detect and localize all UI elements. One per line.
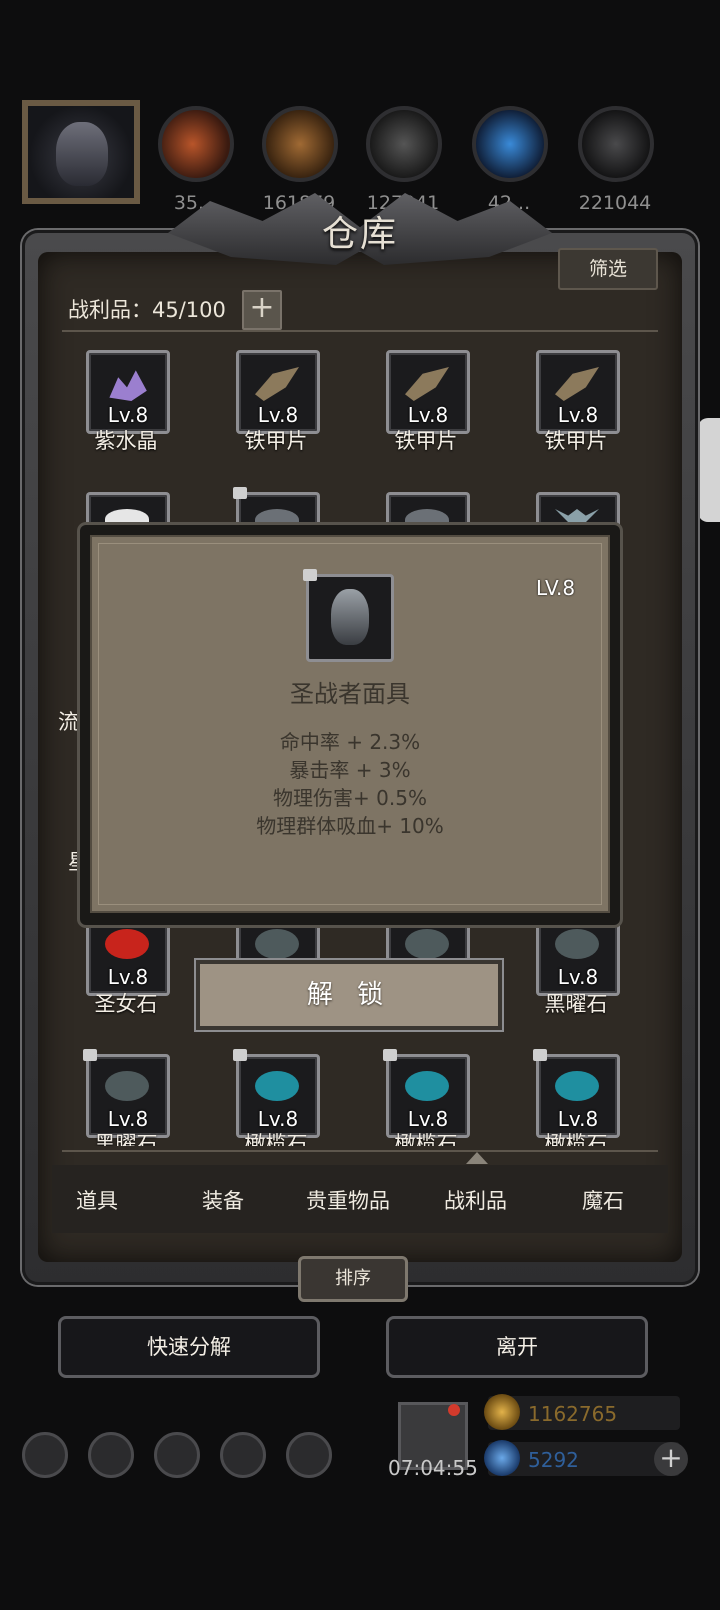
map-icon[interactable]	[286, 1432, 332, 1478]
item-name: 铁甲片	[544, 429, 608, 453]
hero-icon[interactable]	[154, 1432, 200, 1478]
achievement-icon[interactable]	[88, 1432, 134, 1478]
saint-stone-icon	[105, 929, 149, 959]
player-avatar[interactable]	[22, 100, 140, 204]
item-level: Lv.8	[557, 965, 599, 989]
item-level: Lv.8	[407, 403, 449, 427]
obsidian-icon	[255, 929, 299, 959]
wood-icon[interactable]	[262, 106, 338, 182]
item-slot[interactable]: Lv.8	[236, 350, 320, 434]
sort-button[interactable]: 排序	[298, 1256, 408, 1302]
item-name: 铁甲片	[394, 429, 458, 453]
amethyst-icon	[109, 370, 147, 401]
item-name-partial: 流	[58, 710, 79, 734]
lock-icon	[383, 1049, 397, 1061]
lock-icon	[303, 569, 317, 581]
item-name: 黑曜石	[544, 992, 608, 1016]
obsidian-icon	[405, 929, 449, 959]
notification-dot	[448, 1404, 460, 1416]
settings-icon[interactable]	[22, 1432, 68, 1478]
panel-title: 仓库	[321, 214, 398, 255]
loot-capacity: 战利品：45/100	[68, 298, 226, 322]
item-level: Lv.8	[107, 965, 149, 989]
iron-icon[interactable]	[578, 106, 654, 182]
meat-icon[interactable]	[158, 106, 234, 182]
gem-icon	[484, 1440, 520, 1476]
tab-magic-stones[interactable]: 魔石	[582, 1185, 624, 1215]
lock-icon	[83, 1049, 97, 1061]
item-name: 铁甲片	[244, 429, 308, 453]
stat-line: 命中率 + 2.3%	[279, 730, 421, 754]
item-level: Lv.8	[107, 403, 149, 427]
item-slot[interactable]: Lv.8	[83, 1049, 170, 1138]
lock-icon	[233, 487, 247, 499]
gem-amount: 5292	[528, 1448, 579, 1472]
tab-loot[interactable]: 战利品	[444, 1185, 507, 1215]
tab-valuables[interactable]: 贵重物品	[306, 1185, 390, 1215]
item-name: 紫水晶	[94, 429, 158, 453]
leave-button[interactable]: 离开	[386, 1316, 648, 1378]
olivine-icon	[255, 1071, 299, 1101]
expand-capacity-button[interactable]: +	[242, 290, 282, 330]
item-slot[interactable]: Lv.8	[233, 1049, 320, 1138]
stat-line: 物理伤害+ 0.5%	[273, 786, 427, 810]
gift-timer: 07:04:55	[388, 1456, 478, 1480]
olivine-icon	[555, 1071, 599, 1101]
tab-items[interactable]: 道具	[76, 1185, 118, 1215]
item-name: 橄榄石	[394, 1132, 458, 1146]
item-slot[interactable]: Lv.8	[383, 1049, 470, 1138]
obsidian-icon	[555, 929, 599, 959]
item-level: Lv.8	[257, 403, 299, 427]
popup-item-slot	[303, 569, 394, 662]
mail-icon[interactable]	[220, 1432, 266, 1478]
add-currency-button[interactable]: +	[654, 1442, 688, 1476]
item-slot[interactable]: Lv.8	[386, 350, 470, 434]
stat-line: 暴击率 + 3%	[289, 758, 411, 782]
avatar-face	[56, 122, 108, 186]
lock-icon	[233, 1049, 247, 1061]
lock-icon	[533, 1049, 547, 1061]
olivine-icon	[405, 1071, 449, 1101]
item-slot[interactable]: Lv.8	[533, 1049, 620, 1138]
item-slot[interactable]: Lv.8	[536, 350, 620, 434]
item-level: Lv.8	[557, 403, 599, 427]
iron-plate-icon	[555, 367, 599, 401]
filter-button[interactable]: 筛选	[558, 248, 658, 290]
item-slot[interactable]: Lv.8	[86, 350, 170, 434]
quick-decompose-button[interactable]: 快速分解	[58, 1316, 320, 1378]
side-drawer-tab[interactable]	[698, 418, 720, 522]
iron-count: 221044	[578, 192, 652, 214]
unlock-button[interactable]: 解 锁	[196, 960, 502, 1030]
item-name: 黑曜石	[94, 1132, 158, 1146]
iron-plate-icon	[405, 367, 449, 401]
stone-icon[interactable]	[366, 106, 442, 182]
crystal-icon[interactable]	[472, 106, 548, 182]
popup-item-level: LV.8	[536, 576, 576, 600]
gold-icon	[484, 1394, 520, 1430]
item-name: 橄榄石	[544, 1132, 608, 1146]
gold-amount: 1162765	[528, 1402, 618, 1426]
stat-line: 物理群体吸血+ 10%	[256, 814, 444, 838]
divider	[62, 330, 658, 332]
iron-plate-icon	[255, 367, 299, 401]
item-name: 圣女石	[94, 992, 158, 1016]
divider	[62, 1150, 658, 1152]
popup-item-name: 圣战者面具	[290, 680, 410, 708]
tab-equipment[interactable]: 装备	[202, 1185, 244, 1215]
item-name: 橄榄石	[244, 1132, 308, 1146]
obsidian-icon	[105, 1071, 149, 1101]
crusader-mask-icon	[331, 589, 369, 645]
